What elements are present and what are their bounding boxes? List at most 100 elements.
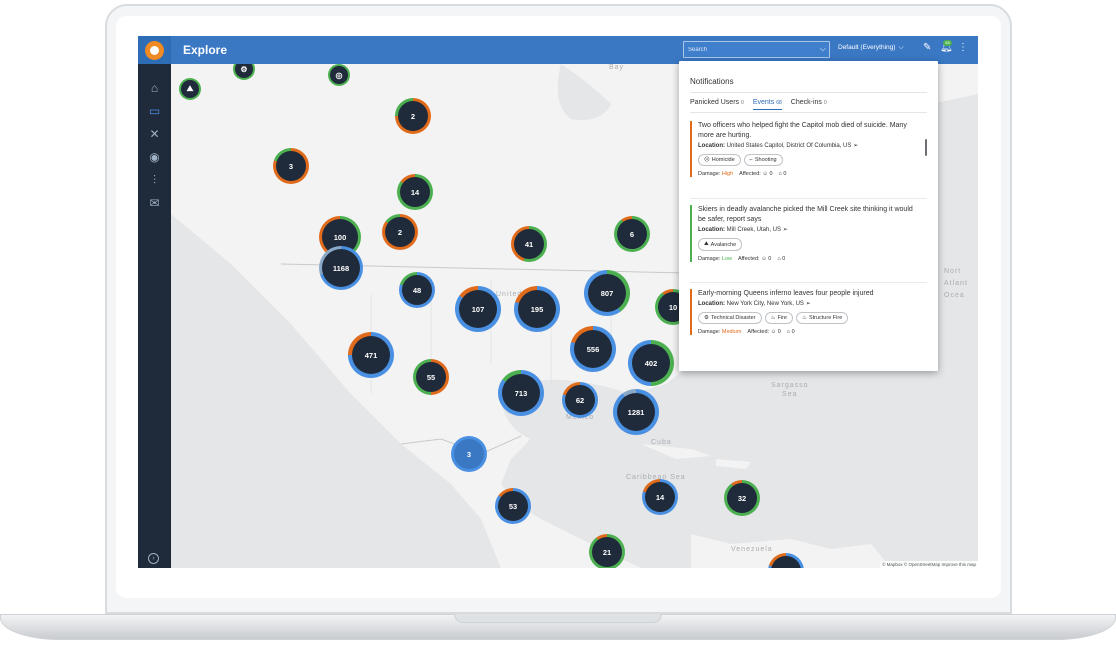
scrollbar[interactable] [925,139,927,156]
page-title: Explore [183,43,228,57]
avalanche-icon: ⛰ [704,241,709,247]
damage-level: High [721,171,734,177]
map-cluster[interactable]: 14 [397,174,433,210]
hurricane-marker-icon[interactable]: ◎ [328,64,350,86]
mail-icon[interactable]: ✉ [146,196,163,211]
event-title[interactable]: Skiers in deadly avalanche picked the Mi… [698,205,915,225]
sea-label: Sea [782,391,798,398]
notification-badge: 68 [943,40,952,46]
event-location: Location: United States Capitol, Distric… [698,143,859,149]
event-tag[interactable]: ☹ Homicide [698,154,741,166]
map-cluster[interactable]: 32 [724,480,760,516]
divider [690,198,927,199]
tools-icon[interactable]: ✕ [146,127,163,142]
panel-title: Notifications [690,77,734,86]
map-cluster[interactable]: 41 [511,226,547,262]
building-icon: ⌂ [777,256,781,262]
ocean-label: Ocea [944,292,965,299]
people-icon: ☺ [761,256,767,262]
sidebar: ⌂ ▭ ✕ ◉ ⫶ ✉ › [138,36,171,568]
map-cluster[interactable]: 556 [570,326,616,372]
damage-level: Low [721,256,732,262]
laptop-notch [454,614,662,623]
tab-events[interactable]: Events 68 [752,99,782,110]
search-input[interactable] [688,44,813,56]
locate-icon: ➢ [853,143,859,149]
event-location: Location: Mill Creek, Utah, US ➢ [698,227,788,233]
event-meta: Damage: Low Affected: ☺ 0 ⌂ 0 [698,256,786,262]
map-cluster[interactable]: 21 [589,534,625,568]
event-meta: Damage: Medium Affected: ☺ 0 ⌂ 0 [698,329,795,335]
ocean-label: Nort [944,268,962,275]
map-cluster[interactable]: 14 [642,479,678,515]
people-icon: ☺ [762,171,768,177]
building-icon: ⌂ [778,171,782,177]
map-cluster[interactable]: 1168 [319,246,363,290]
sea-label: Sargasso [771,382,809,389]
event-item[interactable]: Early-morning Queens inferno leaves four… [690,289,915,335]
avalanche-marker-icon[interactable]: ⛰ [179,78,201,100]
search-box[interactable]: ⌵ [683,41,830,58]
sliders-icon[interactable]: ⫶ [146,173,163,188]
event-tag[interactable]: ⛰ Avalanche [698,238,743,251]
event-item[interactable]: Skiers in deadly avalanche picked the Mi… [690,205,915,262]
event-meta: Damage: High Affected: ☺ 0 ⌂ 0 [698,171,787,177]
event-title[interactable]: Early-morning Queens inferno leaves four… [698,289,915,299]
chevron-down-icon[interactable]: ⌵ [820,44,826,54]
app-logo[interactable] [145,41,164,60]
event-tag[interactable]: ⌐ Shooting [743,154,783,166]
map-cluster[interactable]: 807 [584,270,630,316]
map-cluster[interactable]: 471 [348,332,394,378]
structure-fire-icon: ♨ [802,315,807,321]
map-cluster[interactable]: 6 [614,216,650,252]
divider [690,112,927,113]
map-cluster[interactable]: 55 [413,359,449,395]
map-cluster[interactable]: 402 [628,340,674,386]
map-icon[interactable]: ▭ [146,104,163,119]
event-tag[interactable]: ♨ Fire [764,312,793,324]
map-cluster[interactable]: 53 [495,488,531,524]
app-screen: Nort Atlant Ocea Sargasso Sea Caribbean … [138,36,978,568]
country-label: Cuba [651,439,672,446]
map-cluster[interactable]: 195 [514,286,560,332]
map-cluster[interactable]: 1281 [613,389,659,435]
event-title[interactable]: Two officers who helped fight the Capito… [698,121,915,141]
shooting-icon: ⌐ [749,157,753,163]
map-cluster[interactable]: 2 [395,98,431,134]
map-cluster[interactable]: 3 [273,148,309,184]
event-item[interactable]: Two officers who helped fight the Capito… [690,121,915,177]
topbar: Explore ⌵ Default (Everything)⌵ ✎ 🔔︎ 68 … [171,36,978,64]
map-cluster[interactable]: 107 [455,286,501,332]
homicide-icon: ☹ [704,157,710,163]
divider [690,92,927,93]
broadcast-icon[interactable]: ◉ [146,150,163,165]
home-icon[interactable]: ⌂ [146,81,163,96]
locate-icon: ➢ [782,227,788,233]
notification-tabs: Panicked Users 0 Events 68 Check-ins 0 [690,99,827,110]
event-tag[interactable]: ⚙ Technical Disaster [698,312,762,324]
map-cluster[interactable]: 48 [399,272,435,308]
building-icon: ⌂ [786,329,791,335]
map-cluster[interactable]: 713 [498,370,544,416]
tab-panicked-users[interactable]: Panicked Users 0 [690,99,744,110]
map-cluster[interactable]: 62 [562,382,598,418]
chevron-down-icon: ⌵ [898,44,904,51]
map-attribution[interactable]: © Mapbox © OpenStreetMap Improve this ma… [880,561,978,568]
filter-label: Default (Everything) [838,44,896,51]
pencil-icon[interactable]: ✎ [923,42,931,53]
bay-label: Bay [609,64,625,71]
fire-icon: ♨ [770,315,776,321]
filter-dropdown[interactable]: Default (Everything) ⌵ [838,44,904,52]
notifications-panel: Notifications Panicked Users 0 Events 68 C… [679,61,938,371]
more-vertical-icon[interactable]: ⋮ [958,42,968,53]
event-location: Location: New York City, New York, US ➢ [698,301,811,307]
tab-check-ins[interactable]: Check-ins 0 [791,99,827,110]
event-tag[interactable]: ♨ Structure Fire [796,312,849,324]
map-cluster[interactable]: 2 [382,214,418,250]
ocean-label: Atlant [944,280,968,287]
locate-icon: ➢ [805,301,811,307]
country-label: Venezuela [731,546,773,553]
chevron-right-icon[interactable]: › [148,553,159,564]
technical-icon: ⚙ [704,315,709,321]
map-cluster[interactable]: 3 [451,436,487,472]
